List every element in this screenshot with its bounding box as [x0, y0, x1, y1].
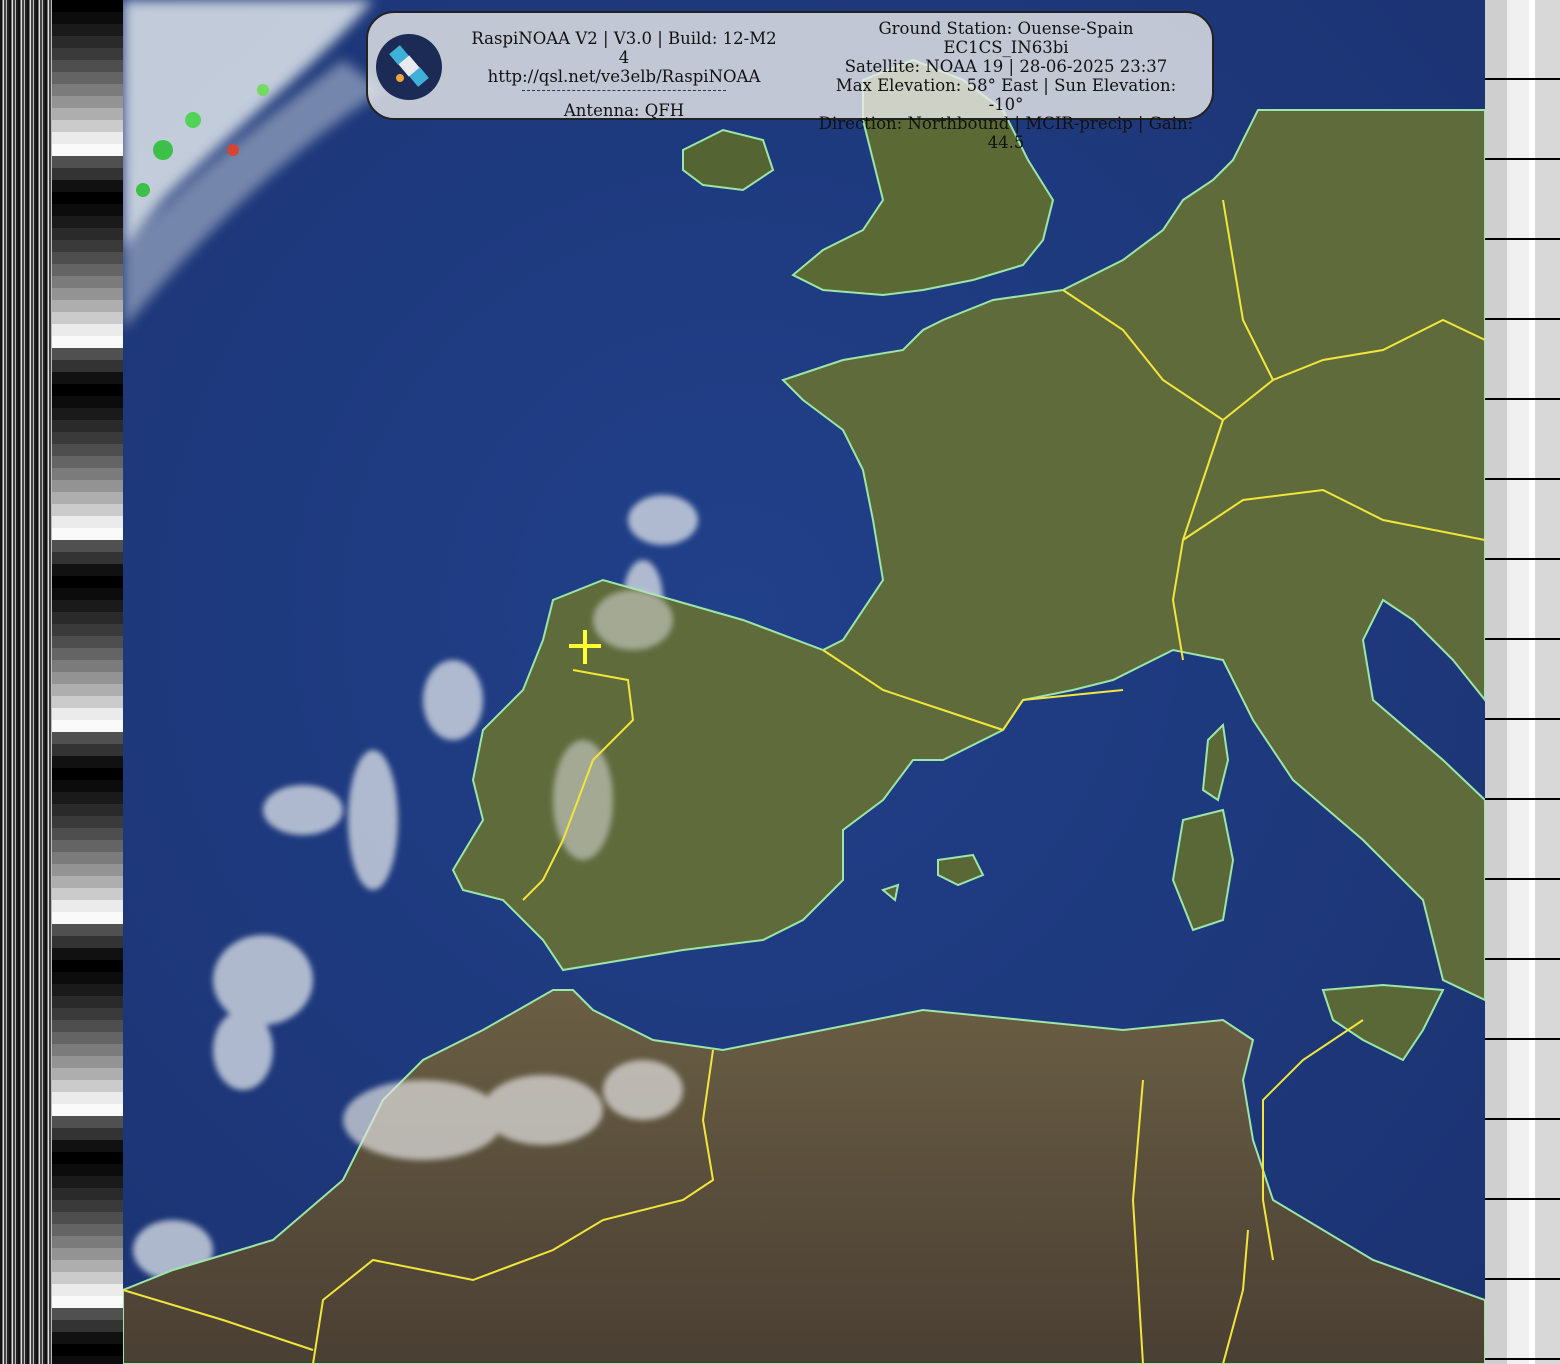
pass-info-panel: RaspiNOAA V2 | V3.0 | Build: 12-M2 4 htt…	[366, 11, 1214, 152]
satellite-info: Satellite: NOAA 19 | 28-06-2025 23:37	[844, 57, 1168, 76]
antenna-info: Antenna: QFH	[563, 101, 685, 120]
calibration-wedges	[52, 0, 123, 1364]
satellite-icon	[376, 34, 442, 100]
satellite-image	[123, 0, 1485, 1364]
right-telemetry-strip	[1485, 0, 1560, 1364]
pass-details: Ground Station: Ouense-Spain EC1CS_IN63b…	[816, 19, 1196, 152]
software-url: http://qsl.net/ve3elb/RaspiNOAA	[487, 67, 761, 86]
station-software-info: RaspiNOAA V2 | V3.0 | Build: 12-M2 4 htt…	[464, 29, 784, 120]
left-telemetry-strip	[0, 0, 123, 1364]
separator-line	[522, 90, 726, 91]
software-title: RaspiNOAA V2 | V3.0 | Build: 12-M2 4	[471, 29, 777, 67]
elevation-info: Max Elevation: 58° East | Sun Elevation:…	[835, 76, 1177, 114]
telemetry-ticks	[1485, 0, 1560, 1364]
direction-info: Direction: Northbound | MCIR-precip | Ga…	[818, 114, 1194, 152]
ground-station: Ground Station: Ouense-Spain EC1CS_IN63b…	[878, 19, 1134, 57]
